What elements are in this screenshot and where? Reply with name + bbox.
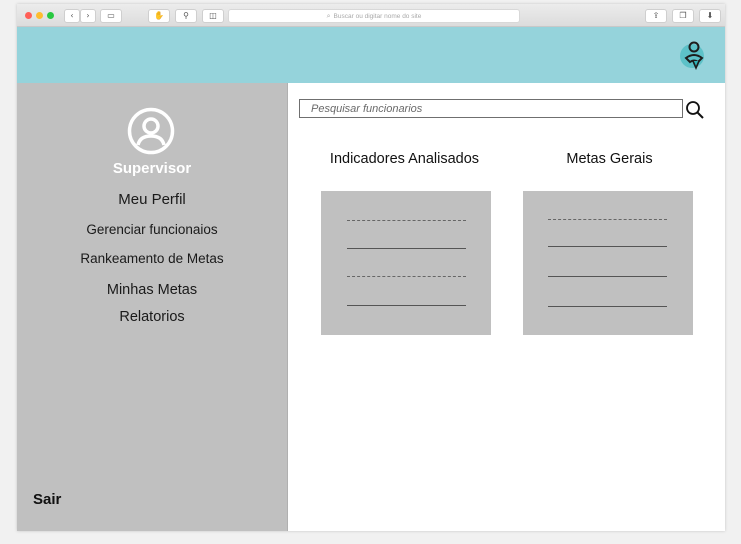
placeholder-line — [347, 220, 466, 221]
wrench-icon[interactable]: ⚲ — [175, 9, 197, 23]
indicadores-card[interactable] — [321, 191, 491, 335]
address-bar-placeholder: Buscar ou digitar nome do site — [333, 13, 422, 20]
tabs-icon[interactable]: ❐ — [672, 9, 694, 23]
user-role-label: Supervisor — [112, 160, 192, 177]
panel-title-indicadores: Indicadores Analisados — [329, 151, 480, 167]
share-icon[interactable]: ⇪ — [645, 9, 667, 23]
sidebar-icon[interactable]: ▭ — [100, 9, 122, 23]
user-avatar-icon — [127, 107, 175, 155]
sidebar-item-meu-perfil[interactable]: Meu Perfil — [17, 191, 287, 208]
logout-button[interactable]: Sair — [33, 491, 61, 508]
sidebar-item-gerenciar-funcionarios[interactable]: Gerenciar funcionaios — [17, 222, 287, 237]
hand-icon[interactable]: ✋ — [148, 9, 170, 23]
placeholder-line — [548, 306, 667, 307]
person-logo-icon[interactable] — [679, 39, 707, 71]
back-icon[interactable]: ‹ — [64, 9, 80, 23]
sidebar-item-relatorios[interactable]: Relatorios — [17, 309, 287, 325]
sidebar: Supervisor Meu Perfil Gerenciar funciona… — [17, 83, 288, 531]
minimize-window-button[interactable] — [36, 12, 43, 19]
browser-window: ‹ › ▭ ✋ ⚲ ◫ ⌕ Buscar ou digitar nome do s… — [17, 4, 725, 531]
close-window-button[interactable] — [25, 12, 32, 19]
placeholder-line — [548, 276, 667, 277]
placeholder-line — [548, 219, 667, 220]
placeholder-line — [548, 246, 667, 247]
search-input[interactable] — [299, 99, 683, 118]
pocket-icon[interactable]: ◫ — [202, 9, 224, 23]
forward-icon[interactable]: › — [80, 9, 96, 23]
address-search-icon: ⌕ — [326, 12, 331, 20]
sidebar-item-rankeamento-de-metas[interactable]: Rankeamento de Metas — [17, 251, 287, 266]
placeholder-line — [347, 305, 466, 306]
panel-title-metas-gerais: Metas Gerais — [566, 151, 653, 167]
placeholder-line — [347, 276, 466, 277]
address-bar[interactable]: ⌕ Buscar ou digitar nome do site — [228, 9, 520, 23]
browser-toolbar: ‹ › ▭ ✋ ⚲ ◫ ⌕ Buscar ou digitar nome do s… — [17, 4, 725, 27]
app-header — [17, 27, 725, 83]
search-icon[interactable] — [685, 100, 705, 120]
zoom-window-button[interactable] — [47, 12, 54, 19]
sidebar-item-minhas-metas[interactable]: Minhas Metas — [17, 282, 287, 298]
metas-gerais-card[interactable] — [523, 191, 693, 335]
download-icon[interactable]: ⬇ — [699, 9, 721, 23]
placeholder-line — [347, 248, 466, 249]
